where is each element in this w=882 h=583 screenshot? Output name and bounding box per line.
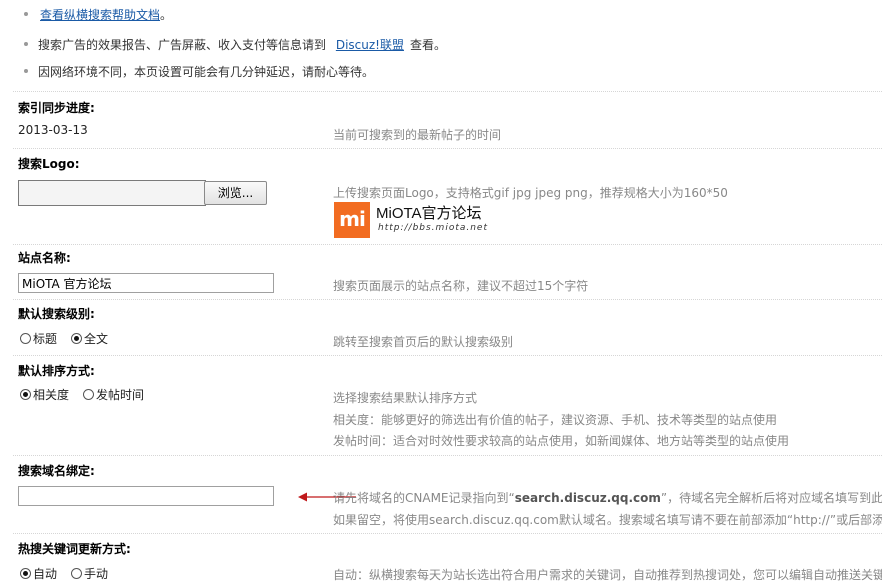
domain-bind-tip-domain: search.discuz.qq.com [514, 491, 661, 505]
bullet-icon [24, 69, 28, 73]
divider [13, 244, 882, 245]
union-notice-prefix: 搜索广告的效果报告、广告屏蔽、收入支付等信息请到 [38, 38, 327, 52]
sort-mode-label: 默认排序方式: [18, 364, 95, 378]
divider [13, 299, 882, 300]
divider [13, 533, 882, 534]
site-name-label: 站点名称: [18, 251, 71, 265]
radio-hot-manual[interactable]: 手动 [71, 565, 108, 582]
logo-site-name: MiOTA官方论坛 [376, 205, 482, 222]
hot-keywords-label: 热搜关键词更新方式: [18, 542, 131, 556]
logo-tip: 上传搜索页面Logo，支持格式gif jpg jpeg png，推荐规格大小为1… [333, 186, 728, 200]
radio-sort-relevance-label: 相关度 [33, 388, 70, 402]
bullet-icon [24, 42, 28, 46]
help-doc-link[interactable]: 查看纵横搜索帮助文档 [40, 8, 160, 22]
sync-tip: 当前可搜索到的最新帖子的时间 [333, 128, 502, 142]
radio-icon[interactable] [71, 568, 82, 579]
radio-icon[interactable] [20, 333, 31, 344]
radio-level-fulltext-label: 全文 [84, 332, 109, 346]
radio-sort-posttime-label: 发帖时间 [96, 388, 145, 402]
help-doc-suffix: 。 [160, 8, 173, 22]
sort-mode-tip-posttime: 发帖时间：适合对时效性要求较高的站点使用，如新闻媒体、地方站等类型的站点使用 [333, 434, 790, 448]
radio-level-fulltext[interactable]: 全文 [71, 330, 108, 347]
radio-sort-relevance[interactable]: 相关度 [20, 386, 69, 403]
domain-bind-tip2: 如果留空，将使用search.discuz.qq.com默认域名。搜索域名填写请… [333, 513, 882, 527]
hot-keywords-tip: 自动：纵横搜索每天为站长选出符合用户需求的关键词，自动推荐到热搜词处，您可以编辑… [333, 568, 882, 582]
discuz-union-link[interactable]: Discuz!联盟 [336, 38, 404, 52]
divider [13, 148, 882, 149]
union-notice-suffix: 查看。 [409, 38, 446, 52]
site-name-input[interactable] [18, 273, 274, 293]
divider [13, 355, 882, 356]
divider [13, 91, 882, 92]
sync-value: 2013-03-13 [18, 123, 88, 137]
radio-checked-icon[interactable] [20, 568, 31, 579]
logo-label: 搜索Logo: [18, 157, 80, 171]
domain-bind-input[interactable] [18, 486, 274, 506]
logo-site-url: http://bbs.miota.net [378, 223, 488, 233]
default-level-label: 默认搜索级别: [18, 307, 95, 321]
mi-logo-icon: mi [334, 202, 370, 238]
radio-level-title[interactable]: 标题 [20, 330, 57, 347]
help-doc-notice: 查看纵横搜索帮助文档。 [40, 6, 172, 23]
radio-sort-posttime[interactable]: 发帖时间 [83, 386, 144, 403]
sort-mode-tip-relevance: 相关度：能够更好的筛选出有价值的帖子，建议资源、手机、技术等类型的站点使用 [333, 413, 778, 427]
domain-bind-tip-pre: 请先将域名的CNAME记录指向到“ [333, 491, 515, 505]
radio-hot-auto[interactable]: 自动 [20, 565, 57, 582]
logo-preview: mi MiOTA官方论坛 http://bbs.miota.net [334, 202, 494, 238]
site-name-tip: 搜索页面展示的站点名称，建议不超过15个字符 [333, 279, 589, 293]
logo-file-input[interactable] [18, 180, 206, 206]
default-level-tip: 跳转至搜索首页后的默认搜索级别 [333, 335, 514, 349]
domain-bind-label: 搜索域名绑定: [18, 464, 95, 478]
domain-bind-tip-post: ”，待域名完全解析后将对应域名填写到此 [660, 491, 882, 505]
sync-label: 索引同步进度: [18, 101, 95, 115]
browse-button[interactable]: 浏览... [204, 181, 267, 205]
radio-level-title-label: 标题 [33, 332, 58, 346]
divider [13, 455, 882, 456]
radio-icon[interactable] [83, 389, 94, 400]
domain-bind-tip: 请先将域名的CNAME记录指向到“search.discuz.qq.com”，待… [333, 489, 882, 506]
union-notice: 搜索广告的效果报告、广告屏蔽、收入支付等信息请到 Discuz!联盟 查看。 [38, 36, 446, 53]
bullet-icon [24, 12, 28, 16]
radio-checked-icon[interactable] [71, 333, 82, 344]
radio-checked-icon[interactable] [20, 389, 31, 400]
sort-mode-tip: 选择搜索结果默认排序方式 [333, 391, 478, 405]
delay-notice: 因网络环境不同，本页设置可能会有几分钟延迟，请耐心等待。 [38, 65, 375, 79]
